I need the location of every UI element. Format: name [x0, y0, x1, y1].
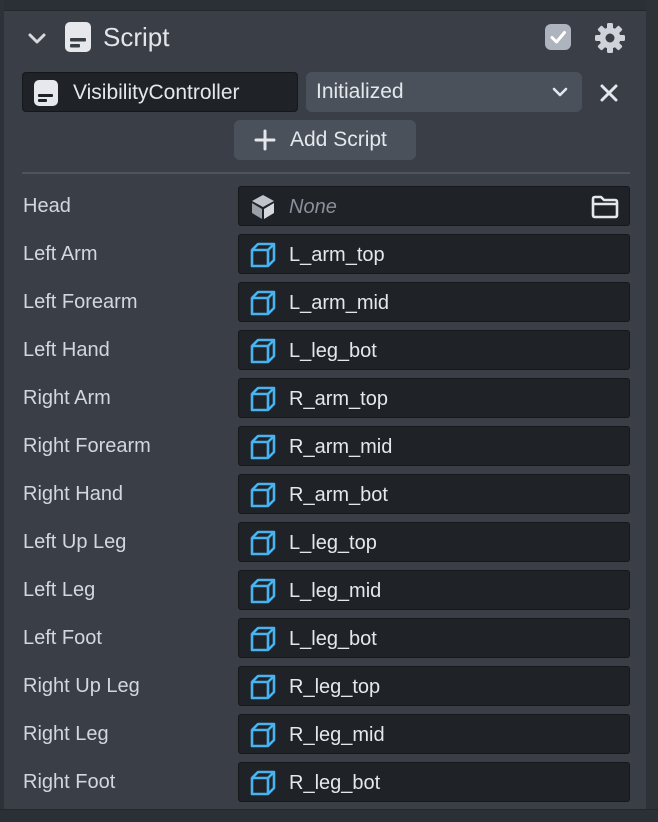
property-label: Left Foot	[23, 627, 102, 649]
mesh-cube-icon	[250, 290, 276, 316]
property-label: Head	[23, 195, 71, 217]
object-reference-field[interactable]: R_arm_mid	[238, 426, 630, 466]
property-value: R_leg_mid	[289, 724, 385, 746]
script-icon	[34, 80, 58, 106]
component-title: Script	[103, 22, 170, 52]
mesh-cube-icon	[250, 482, 276, 508]
checkmark-icon	[550, 31, 566, 44]
mesh-cube-icon	[250, 578, 276, 604]
mesh-cube-icon	[250, 338, 276, 364]
property-row: Head None	[0, 186, 646, 226]
chevron-down-icon	[552, 87, 568, 97]
property-label: Left Arm	[23, 243, 98, 265]
mesh-cube-icon	[250, 434, 276, 460]
property-label: Left Leg	[23, 579, 96, 601]
property-label: Left Hand	[23, 339, 110, 361]
property-label: Right Hand	[23, 483, 124, 505]
object-reference-field[interactable]: L_arm_top	[238, 234, 630, 274]
property-label: Left Forearm	[23, 291, 138, 313]
property-value: L_arm_mid	[289, 292, 390, 314]
property-row: Right Arm R_arm_top	[0, 378, 646, 418]
section-divider	[22, 172, 630, 174]
property-row: Right Foot R_leg_bot	[0, 762, 646, 802]
object-reference-field[interactable]: L_leg_top	[238, 522, 630, 562]
property-value: R_leg_bot	[289, 772, 381, 794]
object-reference-field[interactable]: None	[238, 186, 630, 226]
property-row: Left Hand L_leg_bot	[0, 330, 646, 370]
property-value: None	[289, 196, 337, 218]
property-value: L_leg_mid	[289, 580, 382, 602]
object-reference-field[interactable]: L_leg_bot	[238, 330, 630, 370]
object-reference-field[interactable]: R_leg_top	[238, 666, 630, 706]
mesh-cube-icon	[250, 722, 276, 748]
object-reference-field[interactable]: L_leg_mid	[238, 570, 630, 610]
property-row: Left Arm L_arm_top	[0, 234, 646, 274]
script-name: VisibilityController	[73, 81, 240, 104]
mesh-cube-icon	[250, 770, 276, 796]
property-value: L_leg_top	[289, 532, 377, 554]
property-value: L_arm_top	[289, 244, 385, 266]
component-header: Script	[0, 10, 646, 66]
object-reference-field[interactable]: L_leg_bot	[238, 618, 630, 658]
property-row: Left Leg L_leg_mid	[0, 570, 646, 610]
property-row: Left Up Leg L_leg_top	[0, 522, 646, 562]
close-icon[interactable]	[596, 80, 622, 106]
property-value: L_leg_bot	[289, 628, 377, 650]
folder-icon[interactable]	[591, 195, 619, 219]
property-value: R_arm_bot	[289, 484, 388, 506]
property-row: Right Forearm R_arm_mid	[0, 426, 646, 466]
property-label: Left Up Leg	[23, 531, 127, 553]
property-value: L_leg_bot	[289, 340, 377, 362]
script-asset-field[interactable]: VisibilityController	[22, 72, 298, 112]
property-row: Left Foot L_leg_bot	[0, 618, 646, 658]
script-state-value: Initialized	[316, 80, 404, 103]
plus-icon	[254, 129, 276, 151]
chevron-down-icon[interactable]	[26, 28, 48, 50]
property-label: Right Up Leg	[23, 675, 140, 697]
property-row: Right Hand R_arm_bot	[0, 474, 646, 514]
enabled-checkbox[interactable]	[545, 24, 571, 50]
mesh-cube-icon	[250, 626, 276, 652]
node-icon	[252, 195, 274, 219]
script-state-dropdown[interactable]: Initialized	[306, 72, 582, 112]
panel-bottom-edge	[0, 809, 658, 822]
object-reference-field[interactable]: R_arm_top	[238, 378, 630, 418]
panel-scrollbar-track[interactable]	[646, 0, 658, 822]
property-value: R_arm_top	[289, 388, 388, 410]
property-row: Right Up Leg R_leg_top	[0, 666, 646, 706]
script-component-panel: Script VisibilityController Initialized …	[0, 0, 658, 822]
mesh-cube-icon	[250, 386, 276, 412]
gear-icon[interactable]	[594, 22, 626, 54]
object-reference-field[interactable]: L_arm_mid	[238, 282, 630, 322]
object-reference-field[interactable]: R_arm_bot	[238, 474, 630, 514]
script-icon	[65, 22, 91, 52]
property-label: Right Leg	[23, 723, 109, 745]
mesh-cube-icon	[250, 242, 276, 268]
property-label: Right Forearm	[23, 435, 151, 457]
add-script-button[interactable]: Add Script	[234, 120, 416, 160]
object-reference-field[interactable]: R_leg_bot	[238, 762, 630, 802]
property-value: R_arm_mid	[289, 436, 393, 458]
add-script-label: Add Script	[290, 128, 387, 151]
property-row: Right Leg R_leg_mid	[0, 714, 646, 754]
mesh-cube-icon	[250, 530, 276, 556]
property-label: Right Foot	[23, 771, 116, 793]
mesh-cube-icon	[250, 674, 276, 700]
property-label: Right Arm	[23, 387, 111, 409]
property-row: Left Forearm L_arm_mid	[0, 282, 646, 322]
object-reference-field[interactable]: R_leg_mid	[238, 714, 630, 754]
property-value: R_leg_top	[289, 676, 381, 698]
